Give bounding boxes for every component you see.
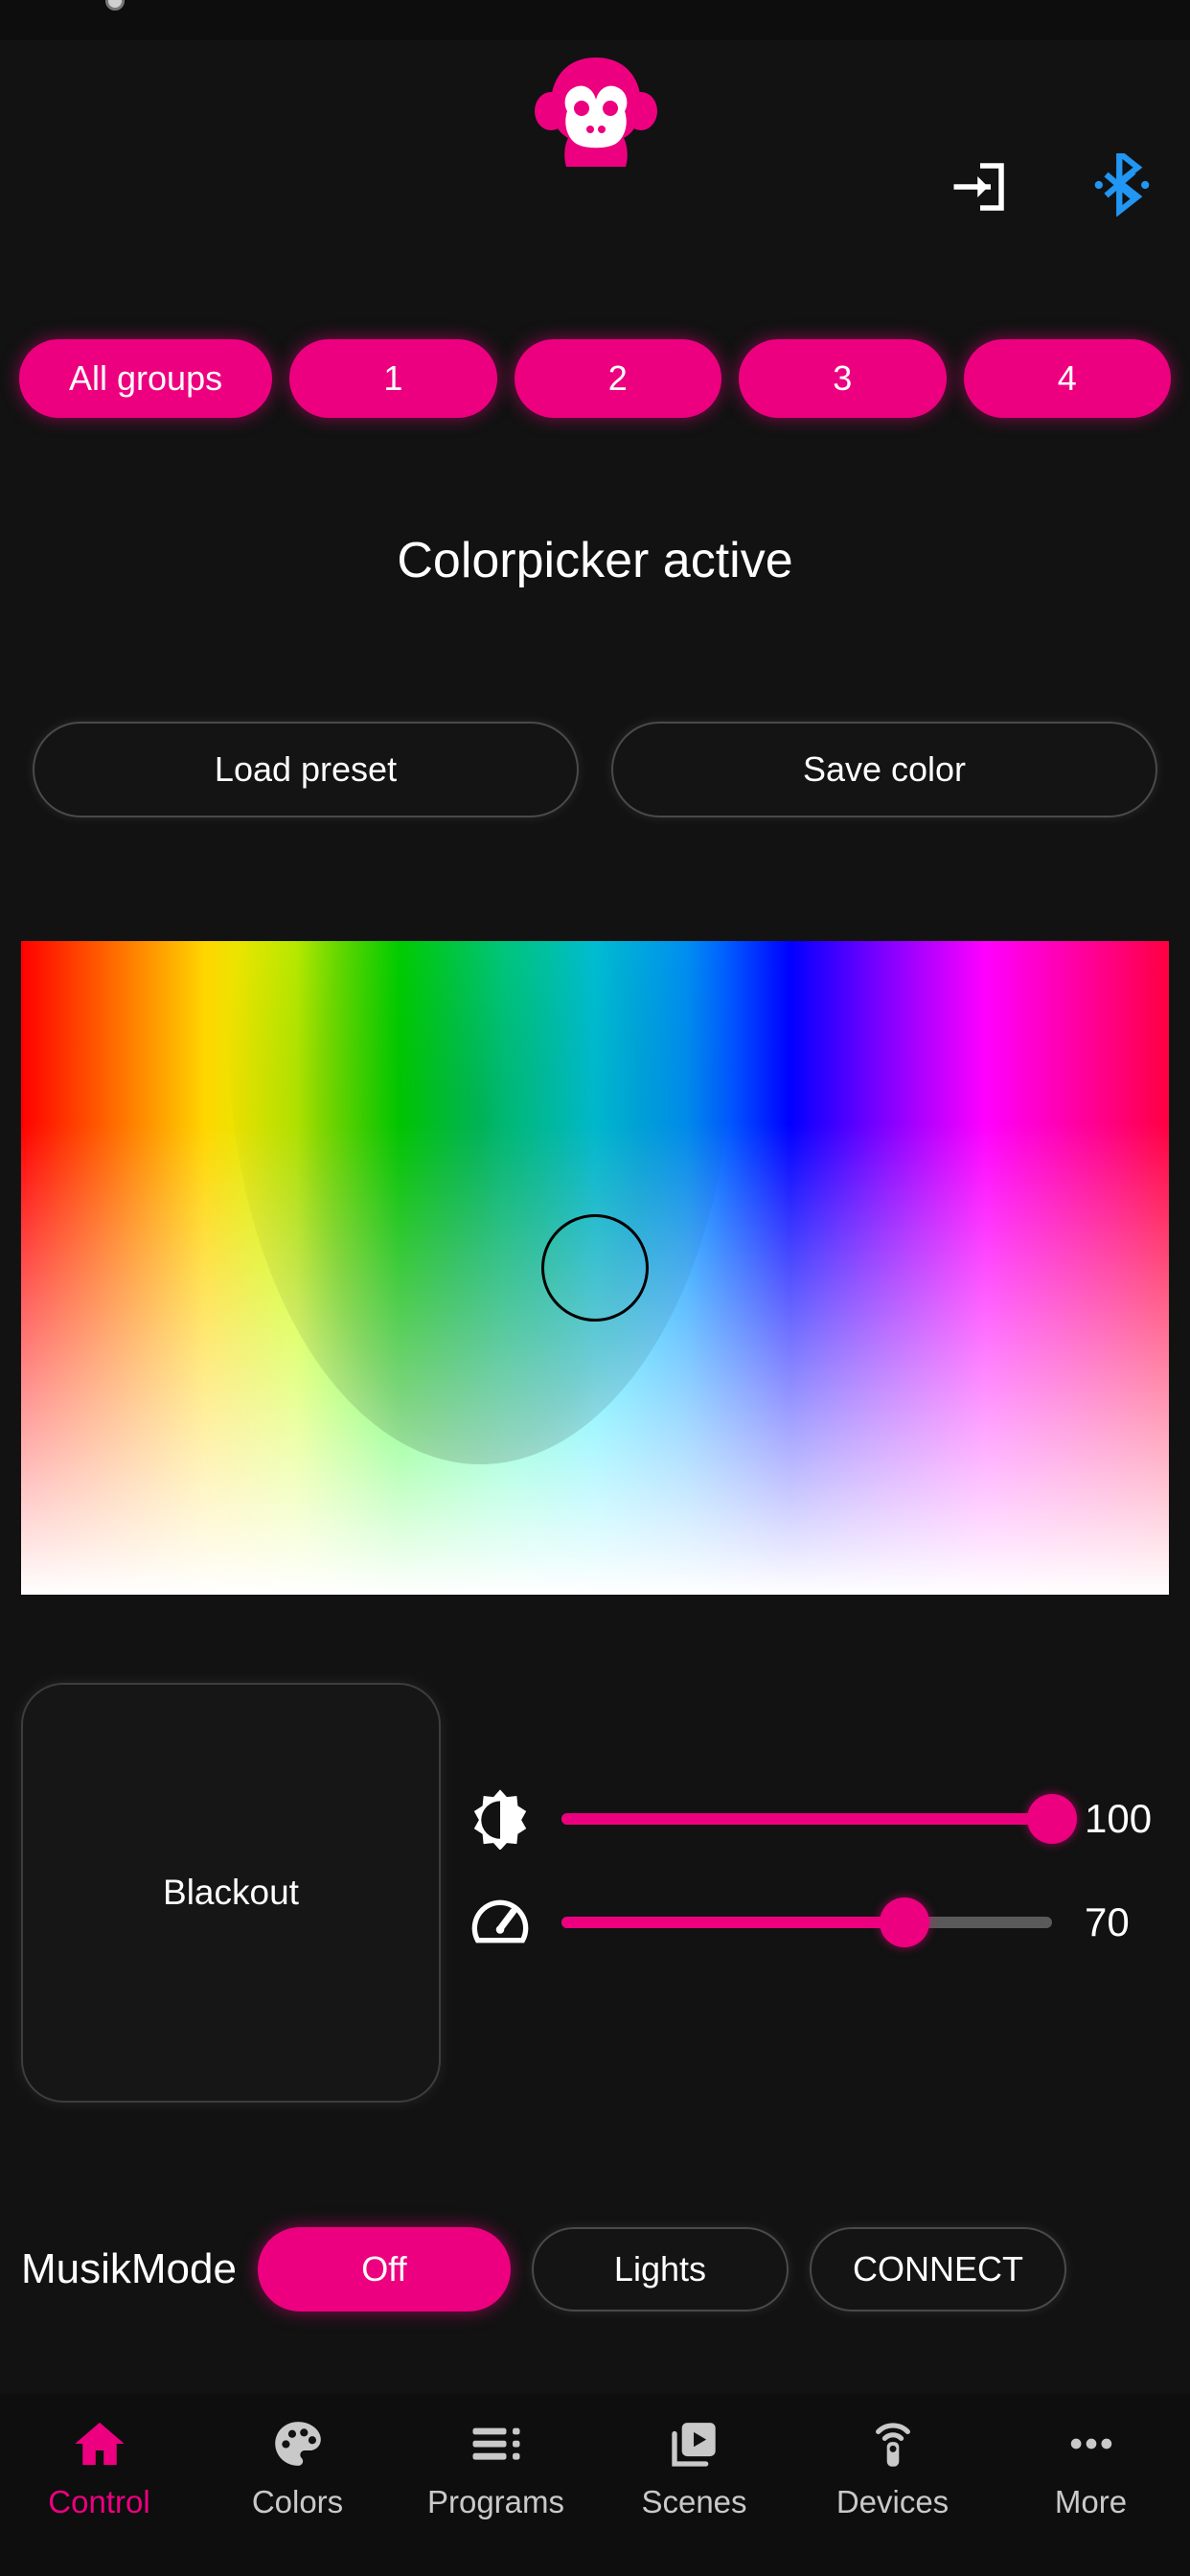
app-screen: All groups 1 2 3 4 Colorpicker active Lo… [0, 0, 1190, 2576]
musikmode-row: MusikMode Off Lights CONNECT [21, 2225, 1169, 2313]
controls-section: Blackout 100 70 [0, 1670, 1190, 2111]
nav-item-colors[interactable]: Colors [198, 2417, 397, 2520]
login-icon[interactable] [949, 155, 1012, 218]
more-icon [1064, 2417, 1118, 2471]
status-indicator-icon [105, 0, 125, 11]
speed-slider[interactable] [561, 1898, 1052, 1947]
status-bar [0, 0, 1190, 40]
musikmode-toggle-button[interactable]: Off [257, 2227, 511, 2312]
nav-item-devices[interactable]: Devices [793, 2417, 992, 2520]
connect-button[interactable]: CONNECT [809, 2227, 1066, 2312]
brightness-value: 100 [1085, 1796, 1153, 1841]
group-button-all[interactable]: All groups [19, 339, 273, 418]
bottom-navigation: Control Colors Programs Scenes Devices M… [0, 2394, 1190, 2576]
brightness-icon [469, 1788, 531, 1851]
brightness-knob[interactable] [1027, 1794, 1077, 1844]
nav-item-scenes[interactable]: Scenes [595, 2417, 793, 2520]
color-picker-handle[interactable] [541, 1214, 649, 1322]
scenes-icon [668, 2417, 721, 2471]
app-header [0, 40, 1190, 218]
list-icon [469, 2417, 523, 2471]
speed-value: 70 [1085, 1899, 1130, 1944]
nav-label-control: Control [48, 2484, 150, 2519]
nav-item-more[interactable]: More [992, 2417, 1190, 2520]
nav-label-scenes: Scenes [641, 2484, 747, 2519]
nav-item-control[interactable]: Control [0, 2417, 198, 2520]
nav-item-programs[interactable]: Programs [397, 2417, 595, 2520]
monkey-logo [534, 54, 658, 171]
status-title: Colorpicker active [397, 533, 793, 588]
musikmode-label: MusikMode [21, 2245, 237, 2292]
group-button-3[interactable]: 3 [739, 339, 947, 418]
lights-button[interactable]: Lights [531, 2227, 789, 2312]
load-preset-button[interactable]: Load preset [33, 722, 579, 817]
brightness-slider-row: 100 [469, 1776, 1190, 1862]
nav-label-devices: Devices [835, 2484, 950, 2519]
nav-label-programs: Programs [426, 2484, 565, 2519]
brightness-fill [561, 1813, 1052, 1825]
speed-knob[interactable] [880, 1898, 930, 1947]
remote-icon [866, 2417, 920, 2471]
group-button-2[interactable]: 2 [514, 339, 722, 418]
group-button-1[interactable]: 1 [289, 339, 497, 418]
palette-icon [271, 2417, 325, 2471]
speed-fill [561, 1917, 905, 1928]
home-icon [73, 2417, 126, 2471]
speed-slider-row: 70 [469, 1879, 1190, 1966]
bluetooth-icon[interactable] [1090, 147, 1154, 218]
brightness-slider[interactable] [561, 1794, 1077, 1844]
save-color-button[interactable]: Save color [611, 722, 1157, 817]
nav-label-colors: Colors [251, 2484, 344, 2519]
blackout-button[interactable]: Blackout [21, 1683, 441, 2103]
group-button-4[interactable]: 4 [963, 339, 1171, 418]
nav-label-more: More [1054, 2484, 1128, 2519]
group-selector: All groups 1 2 3 4 [0, 328, 1190, 435]
speed-icon [469, 1892, 531, 1953]
preset-actions: Load preset Save color [33, 722, 1157, 817]
